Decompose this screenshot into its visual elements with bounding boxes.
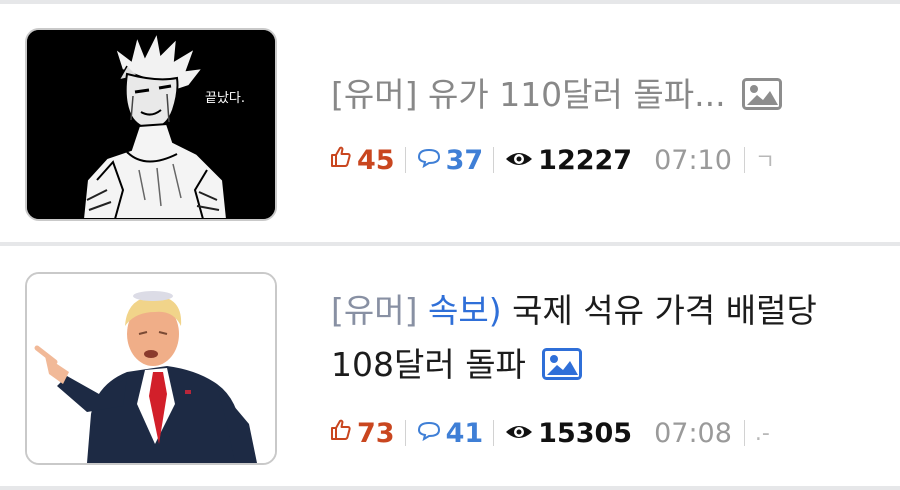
list-item[interactable]: 끝났다. [유머] 유가 110달러 돌파... 45 37 12227 07:…: [0, 4, 900, 242]
truncated-text: ㄱ: [754, 150, 776, 175]
view-count-value: 12227: [538, 144, 633, 176]
post-list: 끝났다. [유머] 유가 110달러 돌파... 45 37 12227 07:…: [0, 0, 900, 490]
comment-count[interactable]: 41: [416, 417, 484, 449]
speech-bubble-icon: [416, 418, 442, 449]
post-thumbnail[interactable]: 끝났다.: [25, 28, 277, 221]
stat-divider: [493, 147, 495, 173]
like-count[interactable]: 45: [329, 145, 395, 176]
post-thumbnail[interactable]: [25, 272, 277, 465]
like-count-value: 73: [357, 417, 395, 449]
truncated-text: .-: [754, 420, 770, 446]
post-title[interactable]: [유머] 속보) 국제 석유 가격 배럴당: [331, 284, 817, 338]
list-item[interactable]: [유머] 속보) 국제 석유 가격 배럴당 108달러 돌파 73 41 153…: [0, 246, 900, 486]
stat-divider: [404, 420, 406, 446]
image-icon: [742, 72, 783, 126]
post-stats: 45 37 12227 07:10 ㄱ: [329, 140, 775, 180]
post-prefix: 속보): [427, 291, 502, 330]
post-tag: [유머]: [331, 291, 418, 330]
photo-thumbnail-image: [27, 274, 275, 463]
thumbs-up-icon: [329, 418, 353, 449]
eye-icon: [504, 418, 534, 449]
post-time: 07:08: [654, 417, 732, 449]
post-tag: [유머]: [331, 75, 418, 114]
stat-divider: [493, 420, 495, 446]
thumbs-up-icon: [329, 145, 353, 176]
post-title-continued[interactable]: 108달러 돌파: [331, 338, 583, 396]
stat-divider: [743, 420, 745, 446]
post-stats: 73 41 15305 07:08 .-: [329, 413, 770, 453]
like-count[interactable]: 73: [329, 418, 395, 449]
post-title-text: 유가 110달러 돌파...: [427, 75, 726, 114]
post-time: 07:10: [654, 144, 732, 176]
view-count: 15305: [504, 418, 632, 449]
bottom-divider: [0, 486, 900, 490]
post-title[interactable]: [유머] 유가 110달러 돌파...: [331, 68, 783, 126]
stat-divider: [404, 147, 406, 173]
speech-bubble-icon: [416, 145, 442, 176]
comment-count-value: 37: [445, 144, 484, 176]
post-title-text: 국제 석유 가격 배럴당: [512, 291, 817, 330]
comment-count[interactable]: 37: [416, 144, 484, 176]
manga-thumbnail-image: 끝났다.: [27, 30, 275, 219]
image-icon: [542, 342, 583, 396]
eye-icon: [504, 145, 534, 176]
comment-count-value: 41: [445, 417, 484, 449]
like-count-value: 45: [357, 144, 395, 176]
stat-divider: [743, 147, 745, 173]
view-count: 12227: [504, 145, 632, 176]
thumbnail-caption: 끝났다.: [205, 91, 245, 106]
post-title-text-line2: 108달러 돌파: [331, 345, 526, 384]
view-count-value: 15305: [538, 417, 633, 449]
